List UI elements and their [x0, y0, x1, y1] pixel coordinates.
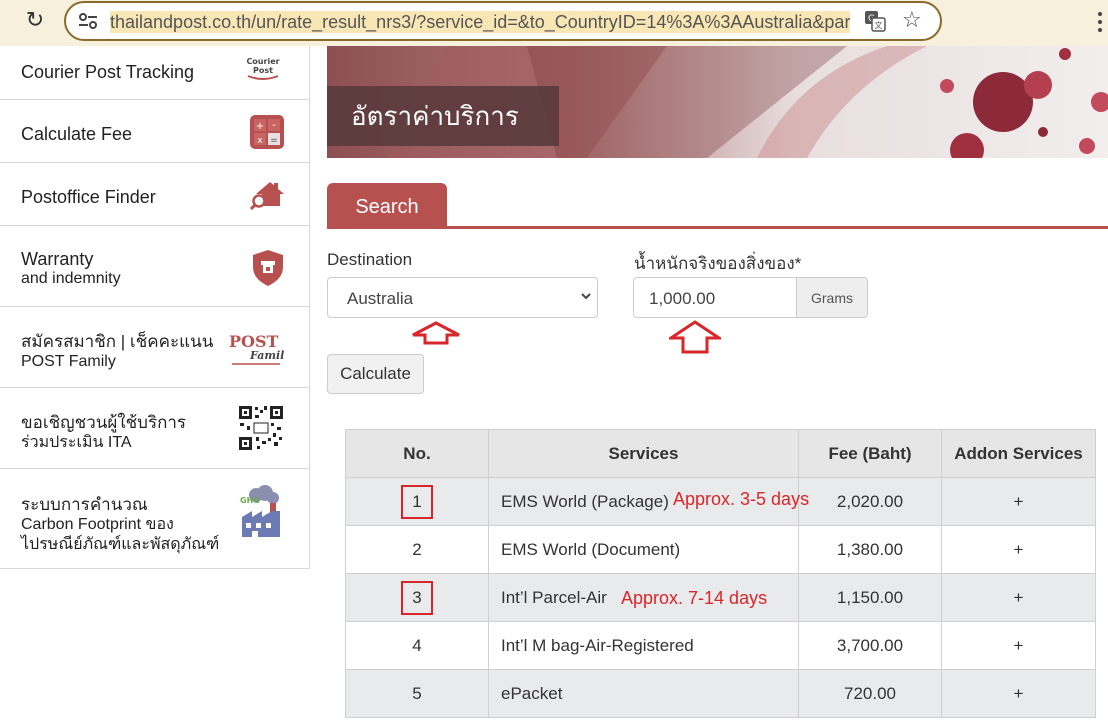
- row-number-highlighted: 1: [401, 484, 433, 519]
- house-search-icon: [250, 182, 284, 210]
- chevron-down-icon: [581, 293, 591, 300]
- courier-logo-word-1: Courier: [246, 57, 279, 66]
- service-name: EMS World (Document): [488, 525, 799, 574]
- header-services: Services: [488, 429, 799, 478]
- destination-select[interactable]: Australia: [327, 277, 598, 318]
- row-number: 2: [345, 525, 489, 574]
- service-name: ePacket: [488, 669, 799, 718]
- courier-logo-word-2: Post: [253, 66, 273, 75]
- service-name: Int’l Parcel-Air: [501, 587, 607, 607]
- svg-text:-: -: [272, 120, 276, 131]
- destination-label: Destination: [327, 250, 413, 269]
- courier-post-logo-icon: Courier Post: [246, 57, 280, 80]
- sidebar: Courier Post Tracking Courier Post Calcu…: [0, 46, 310, 569]
- sidebar-item-sublabel: and indemnity: [21, 270, 121, 287]
- post-family-logo-word-2: Family: [249, 349, 284, 362]
- service-name: Int’l M bag-Air-Registered: [488, 621, 799, 670]
- table-row: 5 ePacket 720.00 +: [345, 669, 1096, 718]
- addon-button[interactable]: +: [941, 669, 1096, 718]
- sidebar-item-label: ขอเชิญชวนผู้ใช้บริการ: [21, 413, 187, 432]
- sidebar-item-sublabel-2: ไปรษณีย์ภัณฑ์และพัสดุภัณฑ์: [21, 536, 220, 553]
- url-text[interactable]: thailandpost.co.th/un/rate_result_nrs3/?…: [110, 11, 850, 33]
- ghg-factory-icon: GHG: [240, 485, 280, 537]
- svg-text:+: +: [256, 121, 264, 132]
- sidebar-item-sublabel: Carbon Footprint ของ: [21, 516, 174, 533]
- table-row: 2 EMS World (Document) 1,380.00 +: [345, 525, 1096, 574]
- weight-unit-addon: Grams: [796, 277, 868, 318]
- delivery-time-annotation: Approx. 7-14 days: [621, 588, 768, 608]
- sidebar-item-calculate-fee[interactable]: Calculate Fee + - x =: [0, 100, 310, 163]
- tab-underline: [327, 226, 1108, 229]
- post-family-logo-icon: POST Family: [229, 332, 284, 365]
- svg-text:=: =: [270, 136, 278, 146]
- shield-icon: [253, 250, 283, 286]
- table-row: 1 EMS World (Package) Approx. 3-5 days 2…: [345, 477, 1096, 526]
- weight-label: น้ำหนักจริงของสิ่งของ*: [634, 254, 802, 273]
- sidebar-item-label: Calculate Fee: [21, 124, 133, 144]
- address-bar[interactable]: thailandpost.co.th/un/rate_result_nrs3/?…: [64, 1, 942, 41]
- row-number: 4: [345, 621, 489, 670]
- fee-value: 720.00: [798, 669, 942, 718]
- site-settings-icon[interactable]: [78, 12, 98, 30]
- calculate-button[interactable]: Calculate: [327, 354, 424, 394]
- sidebar-item-postoffice-finder[interactable]: Postoffice Finder: [0, 163, 310, 226]
- calculator-icon: + - x =: [250, 115, 284, 149]
- table-row: 4 Int’l M bag-Air-Registered 3,700.00 +: [345, 621, 1096, 670]
- page-banner: อัตราค่าบริการ: [327, 46, 1108, 158]
- delivery-time-annotation: Approx. 3-5 days: [673, 489, 810, 509]
- tab-search[interactable]: Search: [327, 183, 447, 228]
- addon-button[interactable]: +: [941, 573, 1096, 622]
- qr-code-icon: [238, 405, 284, 451]
- row-number-highlighted: 3: [401, 580, 433, 615]
- weight-value: 1,000.00: [649, 289, 716, 308]
- fee-value: 1,150.00: [798, 573, 942, 622]
- fee-value: 2,020.00: [798, 477, 942, 526]
- addon-button[interactable]: +: [941, 621, 1096, 670]
- more-menu-icon[interactable]: [1092, 12, 1108, 36]
- page-title: อัตราค่าบริการ: [351, 102, 519, 132]
- row-number: 5: [345, 669, 489, 718]
- sidebar-item-sublabel: ร่วมประเมิน ITA: [21, 434, 132, 451]
- addon-button[interactable]: +: [941, 477, 1096, 526]
- sidebar-item-sublabel: POST Family: [21, 353, 116, 370]
- translate-icon[interactable]: G 文: [864, 10, 886, 32]
- sidebar-item-post-family[interactable]: สมัครสมาชิก | เช็คคะแนน POST Family POST…: [0, 307, 310, 388]
- destination-value: Australia: [347, 289, 414, 308]
- sidebar-item-warranty[interactable]: Warranty and indemnity: [0, 226, 310, 307]
- header-addon: Addon Services: [941, 429, 1096, 478]
- sidebar-item-ita[interactable]: ขอเชิญชวนผู้ใช้บริการ ร่วมประเมิน ITA: [0, 388, 310, 469]
- bookmark-star-icon[interactable]: ☆: [902, 7, 922, 35]
- sidebar-item-label: Postoffice Finder: [21, 187, 156, 207]
- addon-button[interactable]: +: [941, 525, 1096, 574]
- svg-text:文: 文: [875, 20, 883, 30]
- header-no: No.: [345, 429, 489, 478]
- annotation-arrow-up-icon: [412, 321, 460, 345]
- table-header-row: No. Services Fee (Baht) Addon Services: [345, 429, 1096, 478]
- fee-value: 3,700.00: [798, 621, 942, 670]
- service-name: EMS World (Package): [501, 491, 669, 511]
- sidebar-item-label: สมัครสมาชิก | เช็คคะแนน: [21, 332, 214, 351]
- weight-input[interactable]: 1,000.00: [633, 277, 797, 318]
- sidebar-item-courier-tracking[interactable]: Courier Post Tracking Courier Post: [0, 46, 310, 100]
- fee-value: 1,380.00: [798, 525, 942, 574]
- sidebar-item-carbon-footprint[interactable]: ระบบการคำนวณ Carbon Footprint ของ ไปรษณี…: [0, 469, 310, 569]
- header-fee: Fee (Baht): [798, 429, 942, 478]
- rates-table: No. Services Fee (Baht) Addon Services 1…: [345, 429, 1096, 718]
- annotation-arrow-up-icon: [669, 320, 721, 354]
- sidebar-item-label: Warranty: [21, 249, 94, 269]
- ghg-label: GHG: [240, 496, 260, 505]
- sidebar-item-label: Courier Post Tracking: [21, 62, 195, 82]
- table-row: 3 Int’l Parcel-Air Approx. 7-14 days 1,1…: [345, 573, 1096, 622]
- browser-toolbar: ↻ thailandpost.co.th/un/rate_result_nrs3…: [0, 0, 1108, 46]
- sidebar-item-label: ระบบการคำนวณ: [21, 495, 148, 514]
- reload-icon[interactable]: ↻: [20, 7, 50, 35]
- svg-text:x: x: [257, 136, 263, 146]
